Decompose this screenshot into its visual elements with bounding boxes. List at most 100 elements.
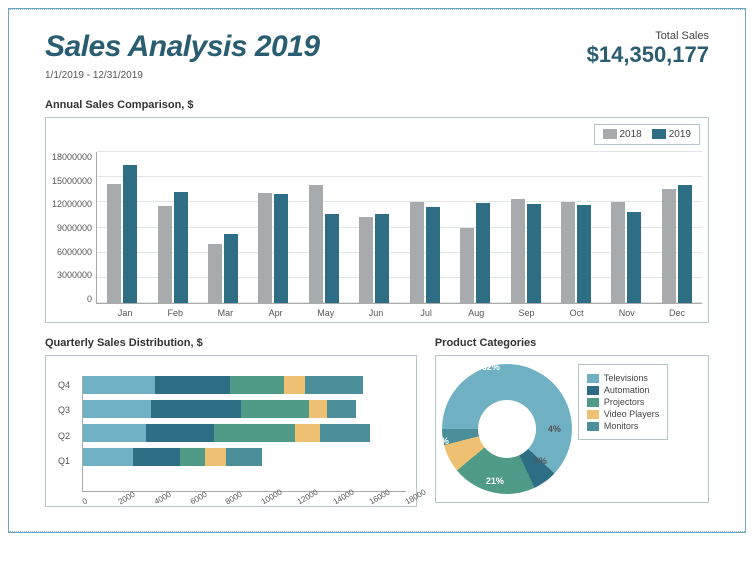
legend-item: Video Players <box>587 409 659 419</box>
quarter-row <box>83 376 406 394</box>
month-col <box>97 152 147 303</box>
legend-item: Projectors <box>587 397 659 407</box>
legend-label: Monitors <box>604 421 639 431</box>
bar-2019 <box>627 212 641 303</box>
month-col <box>500 152 550 303</box>
annual-chart: 2018 2019 180000001500000012000000900000… <box>45 117 709 323</box>
categories-legend: Televisions Automation Projectors Video Pla… <box>578 364 668 440</box>
month-col <box>450 152 500 303</box>
segment <box>320 424 370 442</box>
bar-2018 <box>208 244 222 303</box>
legend-swatch <box>587 410 599 419</box>
quarterly-chart-title: Quarterly Sales Distribution, $ <box>45 337 417 349</box>
quarterly-x-axis: 0200040006000800010000120001400016000180… <box>83 498 406 507</box>
quarter-row <box>83 424 406 442</box>
segment <box>230 376 284 394</box>
quarterly-chart: Q4Q3Q2Q1 0200040006000800010000120001400… <box>45 355 417 507</box>
segment <box>133 448 180 466</box>
bar-2019 <box>325 214 339 303</box>
donut: 62%6%21%7%4% <box>442 364 572 494</box>
legend-swatch-2019 <box>652 129 666 139</box>
segment <box>146 424 214 442</box>
bar-2019 <box>476 203 490 303</box>
bar-2019 <box>224 234 238 303</box>
segment <box>83 448 133 466</box>
month-col <box>299 152 349 303</box>
segment <box>205 448 227 466</box>
month-col <box>198 152 248 303</box>
segment <box>305 376 362 394</box>
quarter-row <box>83 400 406 418</box>
total-sales-value: $14,350,177 <box>587 42 709 68</box>
bar-2018 <box>258 193 272 303</box>
annual-legend: 2018 2019 <box>594 124 701 145</box>
legend-label-2019: 2019 <box>669 129 691 140</box>
bar-2019 <box>678 185 692 303</box>
slice-label: 6% <box>436 436 449 446</box>
report-body: Sales Analysis 2019 Total Sales $14,350,… <box>9 10 745 531</box>
legend-swatch <box>587 422 599 431</box>
annual-y-axis: 1800000015000000120000009000000600000030… <box>52 152 96 304</box>
segment <box>309 400 327 418</box>
slice-label: 7% <box>534 456 547 466</box>
legend-swatch <box>587 374 599 383</box>
annual-plot <box>96 152 702 304</box>
segment <box>180 448 205 466</box>
bar-2019 <box>123 165 137 303</box>
bar-2018 <box>460 228 474 304</box>
legend-swatch <box>587 386 599 395</box>
bar-2018 <box>359 217 373 303</box>
slice-label: 4% <box>548 424 561 434</box>
bar-2019 <box>375 214 389 303</box>
quarterly-y-axis: Q4Q3Q2Q1 <box>58 372 70 474</box>
segment <box>83 400 151 418</box>
legend-label: Projectors <box>604 397 645 407</box>
page-title: Sales Analysis 2019 <box>45 30 320 64</box>
bar-2018 <box>611 202 625 304</box>
month-col <box>399 152 449 303</box>
categories-chart-title: Product Categories <box>435 337 709 349</box>
bar-2018 <box>107 184 121 303</box>
month-col <box>601 152 651 303</box>
legend-label: Televisions <box>604 373 648 383</box>
slice-label: 62% <box>482 362 500 372</box>
bar-2018 <box>309 185 323 303</box>
segment <box>83 424 146 442</box>
bar-2019 <box>577 205 591 303</box>
month-col <box>551 152 601 303</box>
legend-swatch <box>587 398 599 407</box>
bar-2019 <box>426 207 440 303</box>
bar-2019 <box>174 192 188 303</box>
bar-2018 <box>561 202 575 303</box>
bar-2019 <box>527 204 541 303</box>
month-col <box>248 152 298 303</box>
annual-x-axis: JanFebMarAprMayJunJulAugSepOctNovDec <box>100 304 702 318</box>
segment <box>151 400 241 418</box>
legend-label: Automation <box>604 385 650 395</box>
bar-2018 <box>511 199 525 303</box>
legend-item: Monitors <box>587 421 659 431</box>
legend-swatch-2018 <box>603 129 617 139</box>
segment <box>284 376 306 394</box>
total-sales-label: Total Sales <box>587 30 709 42</box>
segment <box>295 424 320 442</box>
date-range: 1/1/2019 - 12/31/2019 <box>45 70 709 81</box>
segment <box>83 376 155 394</box>
segment <box>327 400 356 418</box>
bar-2018 <box>662 189 676 303</box>
month-col <box>147 152 197 303</box>
slice-label: 21% <box>486 476 504 486</box>
legend-item: Automation <box>587 385 659 395</box>
annual-chart-title: Annual Sales Comparison, $ <box>45 99 709 111</box>
segment <box>226 448 262 466</box>
legend-label-2018: 2018 <box>620 129 642 140</box>
bar-2019 <box>274 194 288 303</box>
month-col <box>652 152 702 303</box>
segment <box>155 376 230 394</box>
quarter-row <box>83 448 406 466</box>
quarterly-plot: 0200040006000800010000120001400016000180… <box>82 376 406 492</box>
segment <box>241 400 309 418</box>
bar-2018 <box>158 206 172 303</box>
legend-label: Video Players <box>604 409 659 419</box>
categories-chart: 62% 6% 21% 7% 4% Televisions Automation Projec… <box>435 355 709 503</box>
